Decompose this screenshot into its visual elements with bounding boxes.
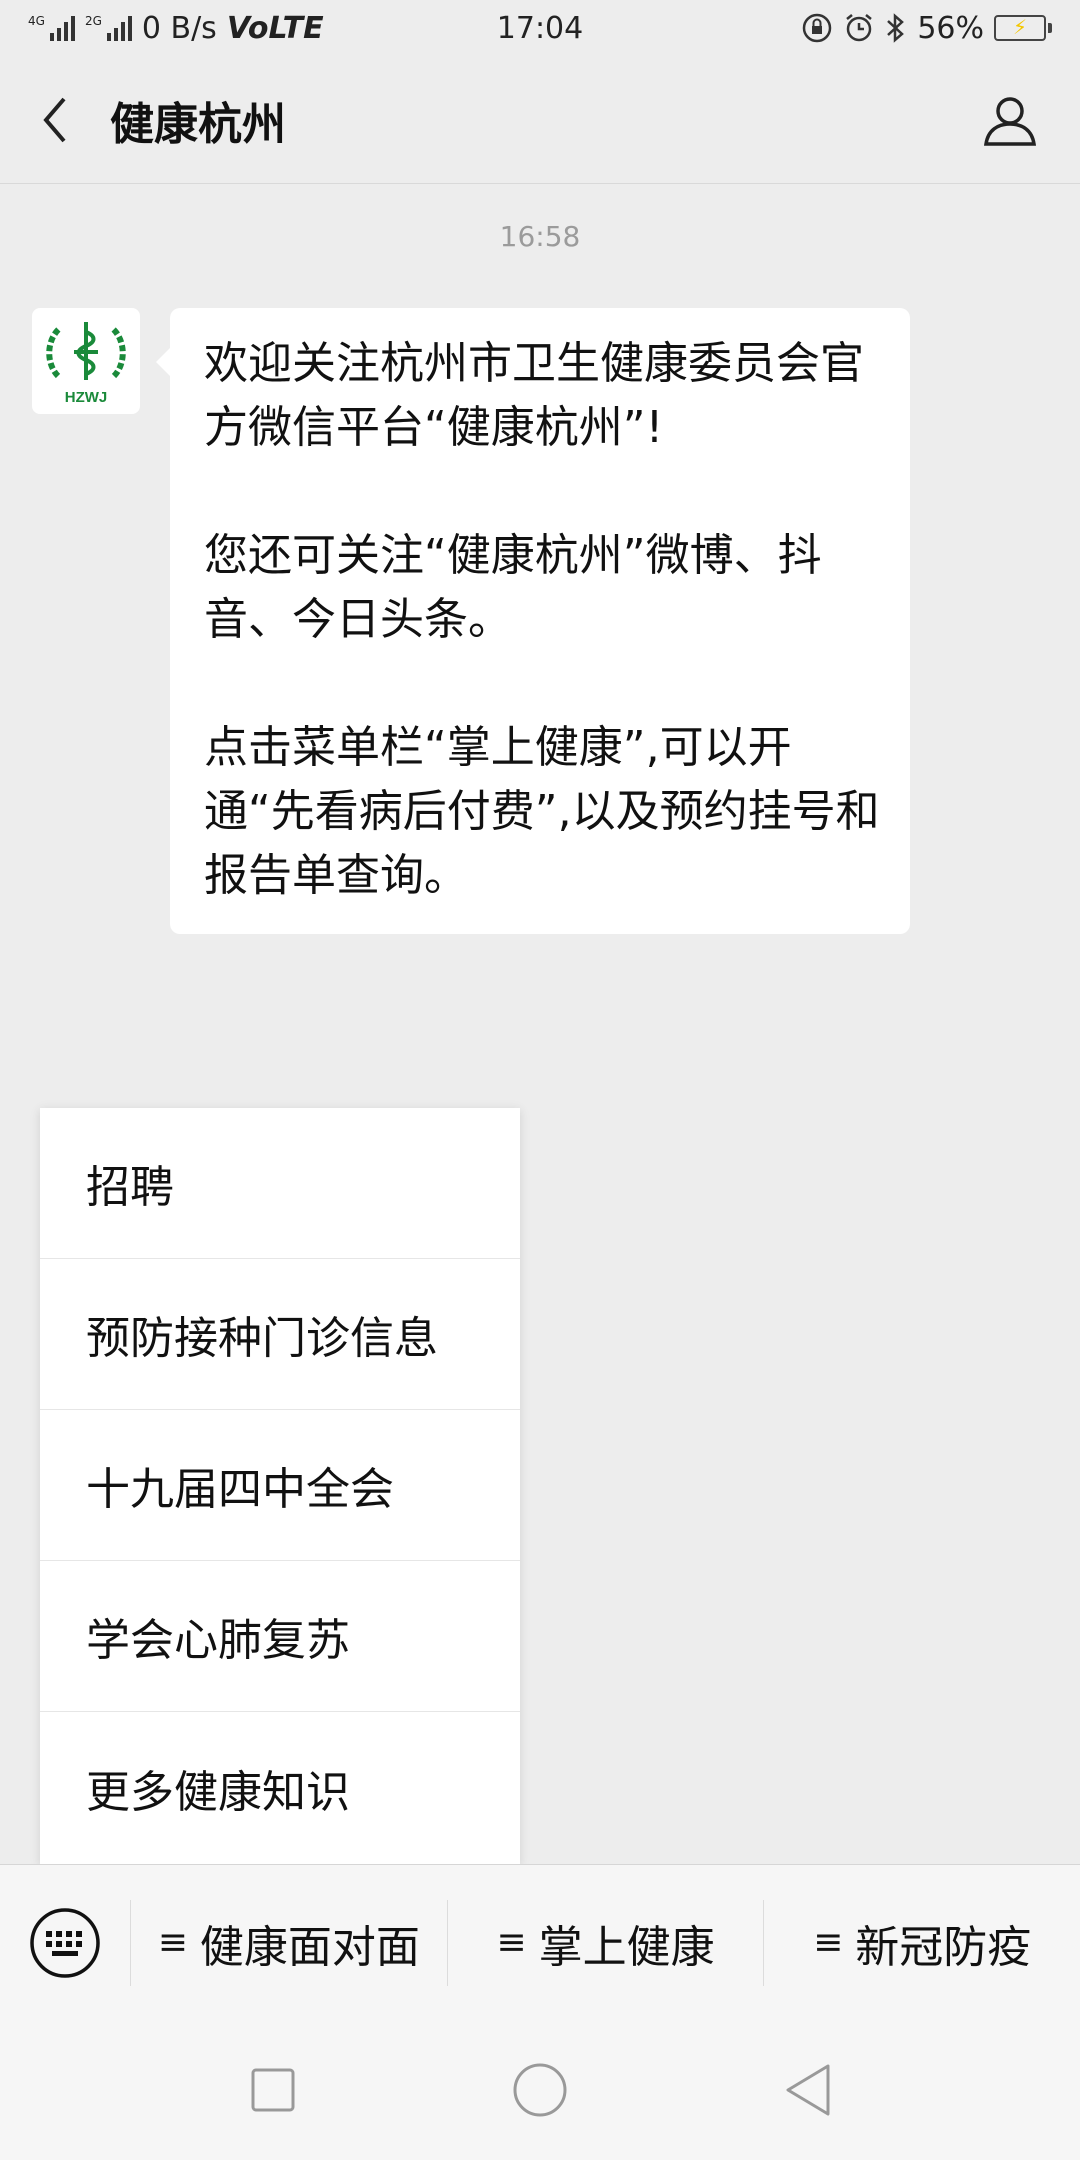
network-speed: 0 B/s	[141, 10, 217, 46]
message-paragraph: 欢迎关注杭州市卫生健康委员会官方微信平台“健康杭州”!	[204, 338, 864, 453]
menu-tab-label: 掌上健康	[538, 1921, 715, 1973]
menu-item-recruitment[interactable]: 招聘	[40, 1108, 520, 1259]
signal-icon: 4G	[28, 15, 75, 41]
signal-icon-secondary: 2G	[85, 15, 132, 41]
status-left: 4G 2G 0 B/s VoLTE	[28, 11, 324, 46]
menu-lines-icon: ≡	[157, 1922, 188, 1963]
keyboard-icon	[30, 1907, 100, 1978]
avatar[interactable]: HZWJ	[32, 308, 140, 414]
battery-icon: ⚡	[994, 15, 1052, 41]
hzwj-logo-icon: HZWJ	[46, 322, 126, 406]
network-type-secondary: 2G	[84, 14, 102, 28]
user-icon	[983, 96, 1037, 146]
volte-indicator: VoLTE	[226, 10, 324, 46]
lock-rotation-icon	[803, 13, 832, 43]
message-paragraph: 您还可关注“健康杭州”微博、抖音、今日头条。	[204, 530, 822, 645]
battery-percent: 56%	[917, 10, 984, 46]
bluetooth-icon	[887, 13, 905, 43]
menu-lines-icon: ≡	[813, 1922, 844, 1963]
circle-icon	[513, 2063, 567, 2117]
square-icon	[251, 2068, 295, 2112]
menu-tab-health-face-to-face[interactable]: ≡ 健康面对面	[130, 1899, 447, 1986]
back-button[interactable]	[10, 56, 100, 183]
menu-item-vaccination-info[interactable]: 预防接种门诊信息	[40, 1259, 520, 1410]
page-title: 健康杭州	[110, 98, 286, 150]
alarm-icon	[846, 14, 873, 42]
status-right: 56% ⚡	[801, 11, 1052, 46]
system-nav-bar	[0, 2020, 1080, 2160]
menu-item-plenary-session[interactable]: 十九届四中全会	[40, 1410, 520, 1561]
profile-button[interactable]	[960, 56, 1060, 183]
avatar-label: HZWJ	[65, 389, 108, 406]
menu-lines-icon: ≡	[496, 1922, 527, 1963]
menu-item-cpr[interactable]: 学会心肺复苏	[40, 1561, 520, 1712]
message-bubble[interactable]: 欢迎关注杭州市卫生健康委员会官方微信平台“健康杭州”! 您还可关注“健康杭州”微…	[156, 308, 910, 934]
recent-apps-button[interactable]	[233, 2050, 313, 2130]
keyboard-toggle-button[interactable]	[0, 1865, 130, 2020]
system-back-button[interactable]	[767, 2050, 847, 2130]
bottom-menu-bar: ≡ 健康面对面 ≡ 掌上健康 ≡ 新冠防疫	[0, 1864, 1080, 2020]
message-timestamp: 16:58	[499, 220, 581, 253]
menu-tab-palm-health[interactable]: ≡ 掌上健康	[446, 1899, 764, 1986]
network-type-primary: 4G	[28, 14, 45, 28]
menu-tab-label: 新冠防疫	[855, 1921, 1032, 1973]
chevron-left-icon	[43, 97, 66, 142]
menu-item-more-health[interactable]: 更多健康知识	[40, 1712, 520, 1863]
menu-tab-covid-prevention[interactable]: ≡ 新冠防疫	[763, 1899, 1080, 1986]
popup-menu: 招聘 预防接种门诊信息 十九届四中全会 学会心肺复苏 更多健康知识	[40, 1108, 520, 1864]
home-button[interactable]	[500, 2050, 580, 2130]
triangle-back-icon	[786, 2064, 830, 2116]
nav-bar: 健康杭州	[0, 56, 1080, 184]
message-paragraph: 点击菜单栏“掌上健康”,可以开通“先看病后付费”,以及预约挂号和报告单查询。	[204, 722, 880, 901]
status-bar: 4G 2G 0 B/s VoLTE 17:04 56% ⚡	[0, 0, 1080, 56]
menu-tab-label: 健康面对面	[199, 1921, 420, 1973]
